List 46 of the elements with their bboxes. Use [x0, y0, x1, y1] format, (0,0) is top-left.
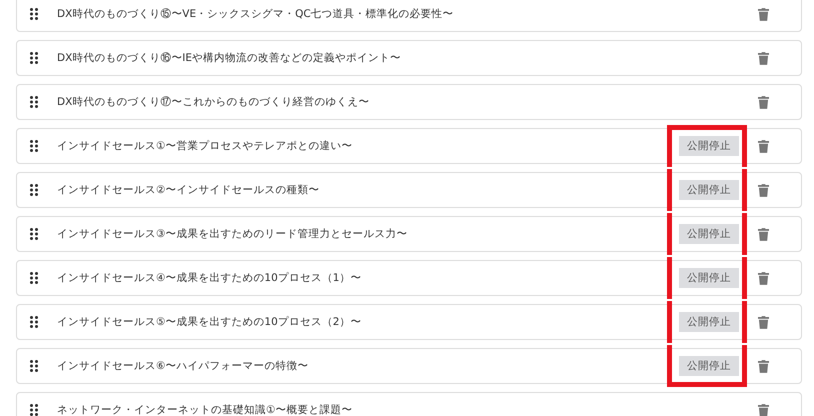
list-item[interactable]: インサイドセールス①〜営業プロセスやテレアポとの違い〜 公開停止 — [16, 128, 802, 164]
trash-icon[interactable] — [758, 404, 769, 416]
list-item[interactable]: インサイドセールス③〜成果を出すためのリード管理力とセールス力〜 公開停止 — [16, 216, 802, 252]
status-badge: 公開停止 — [679, 224, 739, 244]
item-title: インサイドセールス①〜営業プロセスやテレアポとの違い〜 — [57, 139, 354, 153]
item-title: DX時代のものづくり⑯〜IEや構内物流の改善などの定義やポイント〜 — [57, 51, 402, 65]
status-badge: 公開停止 — [679, 136, 739, 156]
list-item[interactable]: インサイドセールス⑥〜ハイパフォーマーの特徴〜 公開停止 — [16, 348, 802, 384]
list-item[interactable]: DX時代のものづくり⑰〜これからのものづくり経営のゆくえ〜 — [16, 84, 802, 120]
item-title: DX時代のものづくり⑮〜VE・シックスシグマ・QC七つ道具・標準化の必要性〜 — [57, 7, 455, 21]
drag-handle-icon[interactable] — [30, 184, 38, 196]
list-item[interactable]: DX時代のものづくり⑮〜VE・シックスシグマ・QC七つ道具・標準化の必要性〜 — [16, 0, 802, 32]
trash-icon[interactable] — [758, 52, 769, 64]
item-title: DX時代のものづくり⑰〜これからのものづくり経営のゆくえ〜 — [57, 95, 370, 109]
trash-icon[interactable] — [758, 184, 769, 196]
list-item[interactable]: インサイドセールス④〜成果を出すための10プロセス（1）〜 公開停止 — [16, 260, 802, 296]
trash-icon[interactable] — [758, 96, 769, 108]
trash-icon[interactable] — [758, 360, 769, 372]
drag-handle-icon[interactable] — [30, 316, 38, 328]
drag-handle-icon[interactable] — [30, 96, 38, 108]
drag-handle-icon[interactable] — [30, 272, 38, 284]
trash-icon[interactable] — [758, 316, 769, 328]
trash-icon[interactable] — [758, 228, 769, 240]
trash-icon[interactable] — [758, 140, 769, 152]
item-title: インサイドセールス⑤〜成果を出すための10プロセス（2）〜 — [57, 315, 362, 329]
item-title: インサイドセールス③〜成果を出すためのリード管理力とセールス力〜 — [57, 227, 408, 241]
drag-handle-icon[interactable] — [30, 52, 38, 64]
trash-icon[interactable] — [758, 8, 769, 20]
drag-handle-icon[interactable] — [30, 8, 38, 20]
drag-handle-icon[interactable] — [30, 404, 38, 416]
drag-handle-icon[interactable] — [30, 360, 38, 372]
list-item[interactable]: DX時代のものづくり⑯〜IEや構内物流の改善などの定義やポイント〜 — [16, 40, 802, 76]
drag-handle-icon[interactable] — [30, 228, 38, 240]
item-title: ネットワーク・インターネットの基礎知識①〜概要と課題〜 — [57, 403, 354, 416]
list-item[interactable]: インサイドセールス⑤〜成果を出すための10プロセス（2）〜 公開停止 — [16, 304, 802, 340]
item-title: インサイドセールス②〜インサイドセールスの種類〜 — [57, 183, 320, 197]
list-item[interactable]: ネットワーク・インターネットの基礎知識①〜概要と課題〜 — [16, 392, 802, 416]
item-title: インサイドセールス⑥〜ハイパフォーマーの特徴〜 — [57, 359, 310, 373]
status-badge: 公開停止 — [679, 268, 739, 288]
trash-icon[interactable] — [758, 272, 769, 284]
item-title: インサイドセールス④〜成果を出すための10プロセス（1）〜 — [57, 271, 362, 285]
status-badge: 公開停止 — [679, 312, 739, 332]
status-badge: 公開停止 — [679, 356, 739, 376]
drag-handle-icon[interactable] — [30, 140, 38, 152]
status-badge: 公開停止 — [679, 180, 739, 200]
list-item[interactable]: インサイドセールス②〜インサイドセールスの種類〜 公開停止 — [16, 172, 802, 208]
